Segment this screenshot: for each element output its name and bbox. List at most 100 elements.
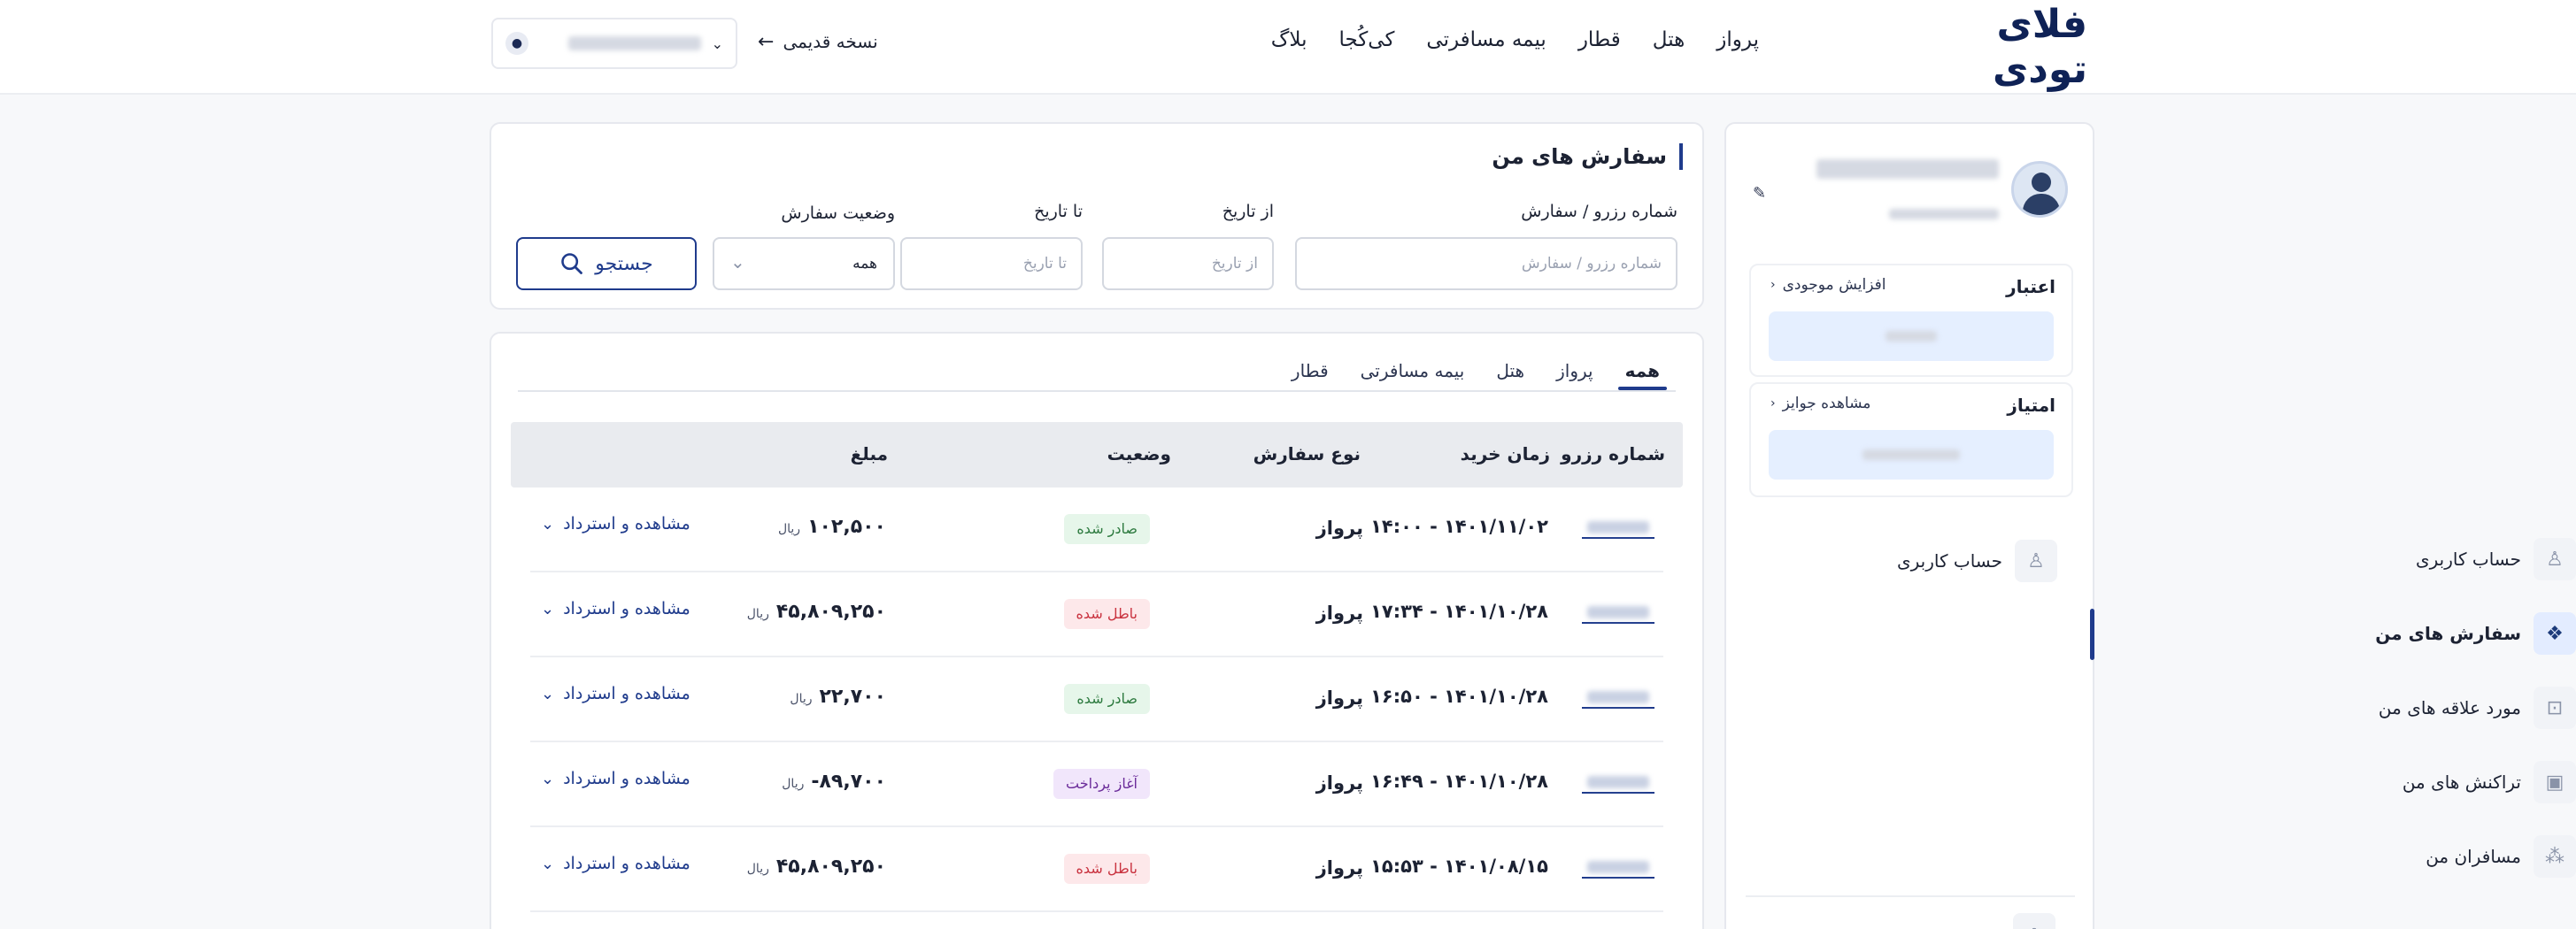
nav-item-kikoja[interactable]: کی‌کُجا (1323, 21, 1410, 58)
view-refund-button[interactable]: مشاهده و استرداد ⌄ (541, 599, 690, 618)
chevron-down-icon: ⌄ (541, 854, 555, 873)
column-status: وضعیت (1107, 443, 1171, 464)
orders-search-panel: سفارش های من شماره رزرو / سفارش شماره رز… (490, 122, 1704, 310)
table-row: ۱۴۰۱/۱۰/۲۸ - ۱۷:۳۴ پرواز باطل شده ۴۵,۸۰۹,۲۵… (530, 572, 1663, 657)
reservation-number-link[interactable] (1582, 603, 1654, 624)
user-icon: ● (505, 32, 528, 55)
order-number-field[interactable]: شماره رزرو / سفارش (1295, 237, 1677, 290)
order-status-value: همه (852, 255, 877, 273)
to-date-label: تا تاریخ (1034, 202, 1083, 221)
status-badge: صادر شده (1064, 684, 1150, 714)
status-badge: صادر شده (1064, 514, 1150, 544)
tab-all[interactable]: همه (1609, 351, 1676, 390)
table-header: شماره رزرو زمان خرید نوع سفارش وضعیت مبل… (511, 422, 1683, 488)
active-indicator (2090, 609, 2094, 660)
increase-balance-link[interactable]: افزایش موجودی ‹ (1770, 276, 1886, 294)
reservation-number-link[interactable] (1582, 687, 1654, 709)
currency-label: ریال (790, 692, 813, 706)
points-card: امتیاز مشاهده جوایز ‹ (1749, 382, 2073, 497)
purchase-time: ۱۴۰۱/۱۰/۲۸ - ۱۷:۳۴ (1370, 601, 1548, 622)
sidebar-item-passengers[interactable]: ⁂ مسافران من (2293, 830, 2576, 883)
nav-item-insurance[interactable]: بیمه مسافرتی (1410, 21, 1562, 58)
profile-name-blurred (1816, 159, 1999, 179)
user-icon: ♙ (2015, 540, 2057, 582)
orders-list-panel: همه پرواز هتل بیمه مسافرتی قطار شماره رز… (490, 332, 1704, 929)
order-amount: ۲۲,۷۰۰ ریال (790, 686, 886, 708)
sidebar-item-favorites[interactable]: ⊡ مورد علاقه های من (2293, 681, 2576, 734)
sidebar-divider (1746, 895, 2075, 897)
user-icon: ♙ (2534, 538, 2576, 580)
top-header: فلای تودی پرواز هتل قطار بیمه مسافرتی کی… (0, 0, 2576, 95)
view-rewards-link[interactable]: مشاهده جوایز ‹ (1770, 395, 1870, 412)
credit-card: اعتبار افزایش موجودی ‹ (1749, 264, 2073, 377)
reservation-number-link[interactable] (1582, 518, 1654, 539)
purchase-time: ۱۴۰۱/۱۰/۲۸ - ۱۶:۴۹ (1370, 771, 1548, 792)
status-badge: آغاز پرداخت (1053, 769, 1150, 799)
currency-label: ریال (746, 862, 769, 876)
orders-icon: ❖ (2534, 612, 2576, 655)
next-menu-icon: ◌ (2013, 913, 2055, 929)
page-title: سفارش های من (1492, 143, 1683, 170)
column-amount: مبلغ (850, 443, 888, 464)
favorites-icon: ⊡ (2534, 687, 2576, 729)
currency-label: ریال (782, 777, 805, 791)
nav-item-train[interactable]: قطار (1562, 21, 1637, 58)
sidebar-item-account[interactable]: ♙ حساب کاربری (2293, 533, 2576, 586)
points-value (1769, 430, 2054, 480)
order-type: پرواز (1315, 857, 1363, 879)
search-button[interactable]: جستجو (516, 237, 697, 290)
view-refund-button[interactable]: مشاهده و استرداد ⌄ (541, 769, 690, 788)
table-row: ۱۴۰۱/۱۰/۲۸ - ۱۶:۵۰ پرواز صادر شده ۲۲,۷۰۰ ریا… (530, 657, 1663, 742)
reservation-number-link[interactable] (1582, 857, 1654, 879)
chevron-down-icon: ⌄ (730, 251, 745, 273)
order-status-select[interactable]: همه ⌄ (713, 237, 895, 290)
user-menu[interactable]: ⌄ ● (491, 18, 737, 69)
from-date-field[interactable]: از تاریخ (1102, 237, 1274, 290)
main-nav: پرواز هتل قطار بیمه مسافرتی کی‌کُجا بلاگ (1255, 21, 1775, 58)
avatar (2011, 161, 2068, 218)
edit-icon[interactable]: ✎ (1753, 184, 1766, 203)
table-row: ۱۴۰۱/۱۱/۰۲ - ۱۴:۰۰ پرواز صادر شده ۱۰۲,۵۰۰ ری… (530, 488, 1663, 572)
from-date-label: از تاریخ (1222, 202, 1274, 221)
tab-insurance[interactable]: بیمه مسافرتی (1345, 351, 1481, 390)
purchase-time: ۱۴۰۱/۱۰/۲۸ - ۱۶:۵۰ (1370, 686, 1548, 707)
nav-item-blog[interactable]: بلاگ (1255, 21, 1323, 58)
passengers-icon: ⁂ (2534, 835, 2576, 878)
nav-item-hotel[interactable]: هتل (1637, 21, 1701, 58)
chevron-down-icon: ⌄ (541, 514, 555, 534)
view-refund-button[interactable]: مشاهده و استرداد ⌄ (541, 854, 690, 873)
site-logo[interactable]: فلای تودی (1891, 2, 2088, 92)
credit-title: اعتبار (2006, 276, 2055, 297)
to-date-field[interactable]: تا تاریخ (900, 237, 1083, 290)
view-refund-button[interactable]: مشاهده و استرداد ⌄ (541, 514, 690, 534)
credit-value (1769, 311, 2054, 361)
search-icon (561, 253, 583, 274)
points-title: امتیاز (2007, 395, 2055, 416)
view-refund-button[interactable]: مشاهده و استرداد ⌄ (541, 684, 690, 703)
column-res-number: شماره رزرو (1561, 443, 1665, 464)
old-version-label: نسخه قدیمی (783, 31, 878, 52)
user-name-blurred (567, 36, 701, 50)
chevron-down-icon: ⌄ (541, 684, 555, 703)
old-version-link[interactable]: نسخه قدیمی ← (758, 27, 878, 57)
sidebar-item-orders[interactable]: ❖ سفارش های من (2293, 607, 2576, 660)
tab-flight[interactable]: پرواز (1540, 351, 1608, 390)
order-type: پرواز (1315, 518, 1363, 539)
tab-hotel[interactable]: هتل (1480, 351, 1540, 390)
status-badge: باطل شده (1063, 599, 1150, 629)
chevron-down-icon: ⌄ (711, 35, 723, 52)
arrow-left-icon: ← (758, 30, 775, 53)
sidebar-item-account[interactable]: ♙ حساب کاربری (1774, 534, 2057, 587)
nav-item-flight[interactable]: پرواز (1701, 21, 1775, 58)
reservation-number-link[interactable] (1582, 772, 1654, 794)
sidebar-item-transactions[interactable]: ▣ تراکنش های من (2293, 756, 2576, 809)
chevron-down-icon: ⌄ (541, 599, 555, 618)
status-badge: باطل شده (1063, 854, 1150, 884)
currency-label: ریال (777, 522, 801, 536)
order-type: پرواز (1315, 772, 1363, 794)
tab-train[interactable]: قطار (1276, 351, 1345, 390)
profile-phone-blurred (1889, 209, 1999, 219)
chevron-down-icon: ⌄ (541, 769, 555, 788)
order-type: پرواز (1315, 603, 1363, 624)
table-row: ۱۴۰۱/۱۰/۲۸ - ۱۶:۴۹ پرواز آغاز پرداخت ۸۹,۷۰۰… (530, 742, 1663, 827)
